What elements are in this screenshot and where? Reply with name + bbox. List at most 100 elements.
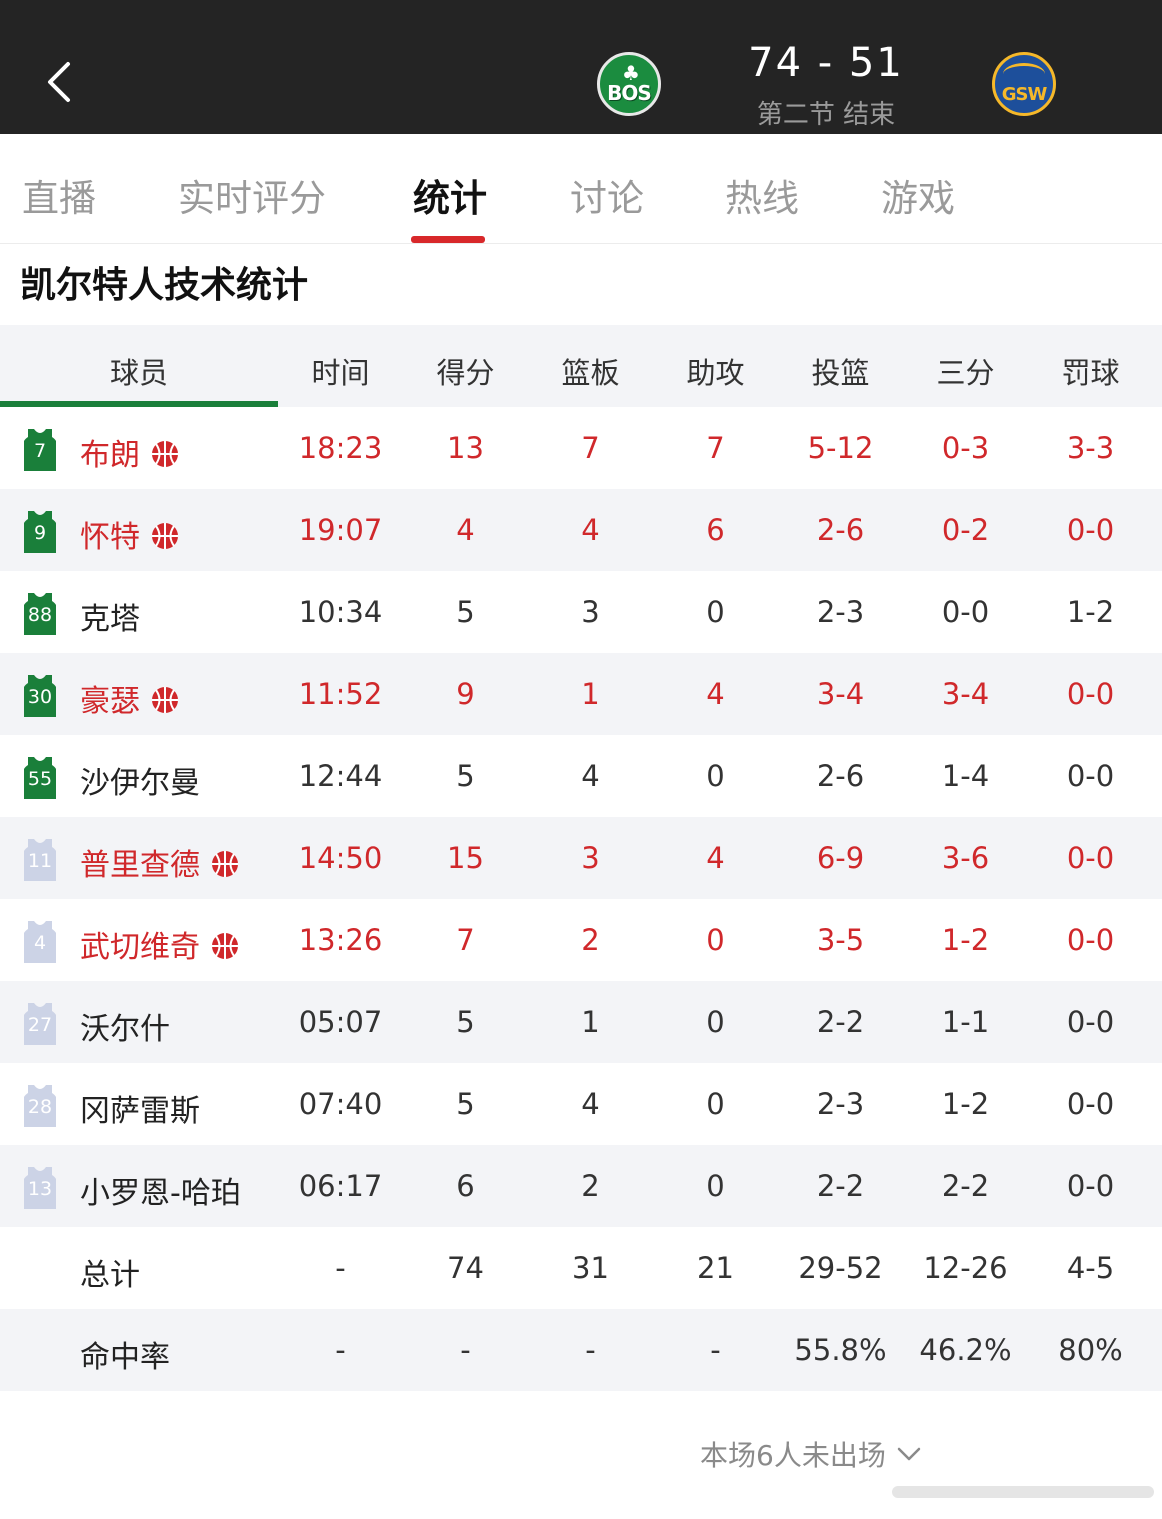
col-player[interactable]: 球员 (0, 350, 278, 392)
cell-three: 46.2% (919, 1333, 1012, 1367)
jersey-icon: 88 (22, 591, 58, 635)
cell-rebounds: 4 (581, 513, 600, 547)
cell-points: 13 (447, 431, 484, 465)
cell-time: 13:26 (298, 923, 383, 957)
player-name-text: 武切维奇 (80, 930, 200, 965)
percentage-row: 命中率 - - - - 55.8% 46.2% 80% (0, 1309, 1162, 1391)
player-name[interactable]: 武切维奇 (80, 922, 240, 966)
cell-fg: 2-6 (816, 513, 865, 547)
cell-time: 18:23 (298, 431, 383, 465)
cell-time: - (335, 1333, 346, 1367)
player-name[interactable]: 豪瑟 (80, 676, 180, 720)
cell-three: 3-4 (941, 677, 990, 711)
col-rebounds[interactable]: 篮板 (528, 350, 653, 392)
cell-three: 3-6 (941, 841, 990, 875)
game-header: ♣ BOS 74 - 51 第二节 结束 GSW (0, 0, 1162, 134)
table-row[interactable]: 4 武切维奇 13:26 7 2 0 3-5 1-2 0-0 (0, 899, 1162, 981)
cell-fg: 3-5 (816, 923, 865, 957)
cell-time: - (335, 1251, 346, 1285)
jersey-icon: 9 (22, 509, 58, 553)
percentage-label: 命中率 (80, 1340, 170, 1375)
tab-live[interactable]: 直播 (22, 168, 96, 222)
table-row[interactable]: 55 沙伊尔曼 12:44 5 4 0 2-6 1-4 0-0 (0, 735, 1162, 817)
table-row[interactable]: 11 普里查德 14:50 15 3 4 6-9 3-6 0-0 (0, 817, 1162, 899)
tab-ratings[interactable]: 实时评分 (178, 168, 326, 222)
jersey-number: 11 (27, 850, 53, 872)
player-name[interactable]: 沙伊尔曼 (80, 758, 200, 802)
cell-three: 1-2 (941, 1087, 990, 1121)
cell-assists: 0 (706, 595, 725, 629)
cell-time: 19:07 (298, 513, 383, 547)
player-name[interactable]: 普里查德 (80, 840, 240, 884)
cell-fg: 29-52 (798, 1251, 883, 1285)
jersey-icon: 4 (22, 919, 58, 963)
totals-row: 总计 - 74 31 21 29-52 12-26 4-5 (0, 1227, 1162, 1309)
cell-rebounds: 2 (581, 923, 600, 957)
player-name[interactable]: 冈萨雷斯 (80, 1086, 200, 1130)
cell-time: 05:07 (298, 1005, 383, 1039)
table-row[interactable]: 9 怀特 19:07 4 4 6 2-6 0-2 0-0 (0, 489, 1162, 571)
table-row[interactable]: 7 布朗 18:23 13 7 7 5-12 0-3 3-3 (0, 407, 1162, 489)
col-time[interactable]: 时间 (278, 350, 403, 392)
cell-three: 0-0 (941, 595, 990, 629)
player-name[interactable]: 布朗 (80, 430, 180, 474)
jersey-number: 13 (27, 1178, 53, 1200)
cell-points: 7 (456, 923, 475, 957)
player-name[interactable]: 沃尔什 (80, 1004, 170, 1048)
cell-fg: 2-6 (816, 759, 865, 793)
table-row[interactable]: 30 豪瑟 11:52 9 1 4 3-4 3-4 0-0 (0, 653, 1162, 735)
back-button[interactable] (40, 60, 80, 104)
bridge-icon (1003, 63, 1045, 85)
away-team-logo[interactable]: GSW (992, 52, 1056, 116)
basketball-icon (210, 849, 240, 879)
col-ft[interactable]: 罚球 (1028, 350, 1153, 392)
col-points[interactable]: 得分 (403, 350, 528, 392)
cell-fg: 2-2 (816, 1169, 865, 1203)
jersey-icon: 27 (22, 1001, 58, 1045)
cell-assists: 0 (706, 1169, 725, 1203)
tab-discussion[interactable]: 讨论 (570, 168, 644, 222)
tab-hotline[interactable]: 热线 (725, 168, 799, 222)
jersey-number: 88 (27, 604, 53, 626)
col-assists[interactable]: 助攻 (653, 350, 778, 392)
game-score: 74 - 51 (748, 40, 904, 86)
cell-time: 06:17 (298, 1169, 383, 1203)
player-name-text: 小罗恩-哈珀 (80, 1176, 241, 1211)
cell-rebounds: 3 (581, 595, 600, 629)
home-team-abbr: BOS (607, 81, 652, 105)
col-fg[interactable]: 投篮 (778, 350, 903, 392)
cell-ft: 3-3 (1066, 431, 1115, 465)
player-name[interactable]: 怀特 (80, 512, 180, 556)
table-row[interactable]: 88 克塔 10:34 5 3 0 2-3 0-0 1-2 (0, 571, 1162, 653)
cell-time: 07:40 (298, 1087, 383, 1121)
player-name-text: 普里查德 (80, 848, 200, 883)
away-team-abbr: GSW (1001, 84, 1048, 105)
jersey-icon: 13 (22, 1165, 58, 1209)
player-name[interactable]: 小罗恩-哈珀 (80, 1168, 241, 1212)
cell-assists: 6 (706, 513, 725, 547)
player-name-text: 豪瑟 (80, 684, 140, 719)
jersey-number: 30 (27, 686, 53, 708)
table-row[interactable]: 27 沃尔什 05:07 5 1 0 2-2 1-1 0-0 (0, 981, 1162, 1063)
cell-time: 12:44 (298, 759, 383, 793)
tab-stats[interactable]: 统计 (413, 168, 487, 222)
table-row[interactable]: 28 冈萨雷斯 07:40 5 4 0 2-3 1-2 0-0 (0, 1063, 1162, 1145)
table-row[interactable]: 13 小罗恩-哈珀 06:17 6 2 0 2-2 2-2 0-0 (0, 1145, 1162, 1227)
cell-ft: 0-0 (1066, 923, 1115, 957)
tab-bar: 直播 实时评分 统计 讨论 热线 游戏 (0, 134, 1162, 244)
home-team-logo[interactable]: ♣ BOS (597, 52, 661, 116)
cell-assists: 0 (706, 759, 725, 793)
player-name[interactable]: 克塔 (80, 594, 140, 638)
cell-rebounds: 4 (581, 759, 600, 793)
cell-three: 1-4 (941, 759, 990, 793)
cell-fg: 3-4 (816, 677, 865, 711)
cell-three: 2-2 (941, 1169, 990, 1203)
dnp-toggle[interactable]: 本场6人未出场 (700, 1434, 922, 1474)
totals-label: 总计 (80, 1258, 140, 1293)
tab-game[interactable]: 游戏 (881, 168, 955, 222)
player-name-text: 冈萨雷斯 (80, 1094, 200, 1129)
cell-assists: - (710, 1333, 721, 1367)
col-three[interactable]: 三分 (903, 350, 1028, 392)
jersey-number: 28 (27, 1096, 53, 1118)
jersey-icon: 30 (22, 673, 58, 717)
